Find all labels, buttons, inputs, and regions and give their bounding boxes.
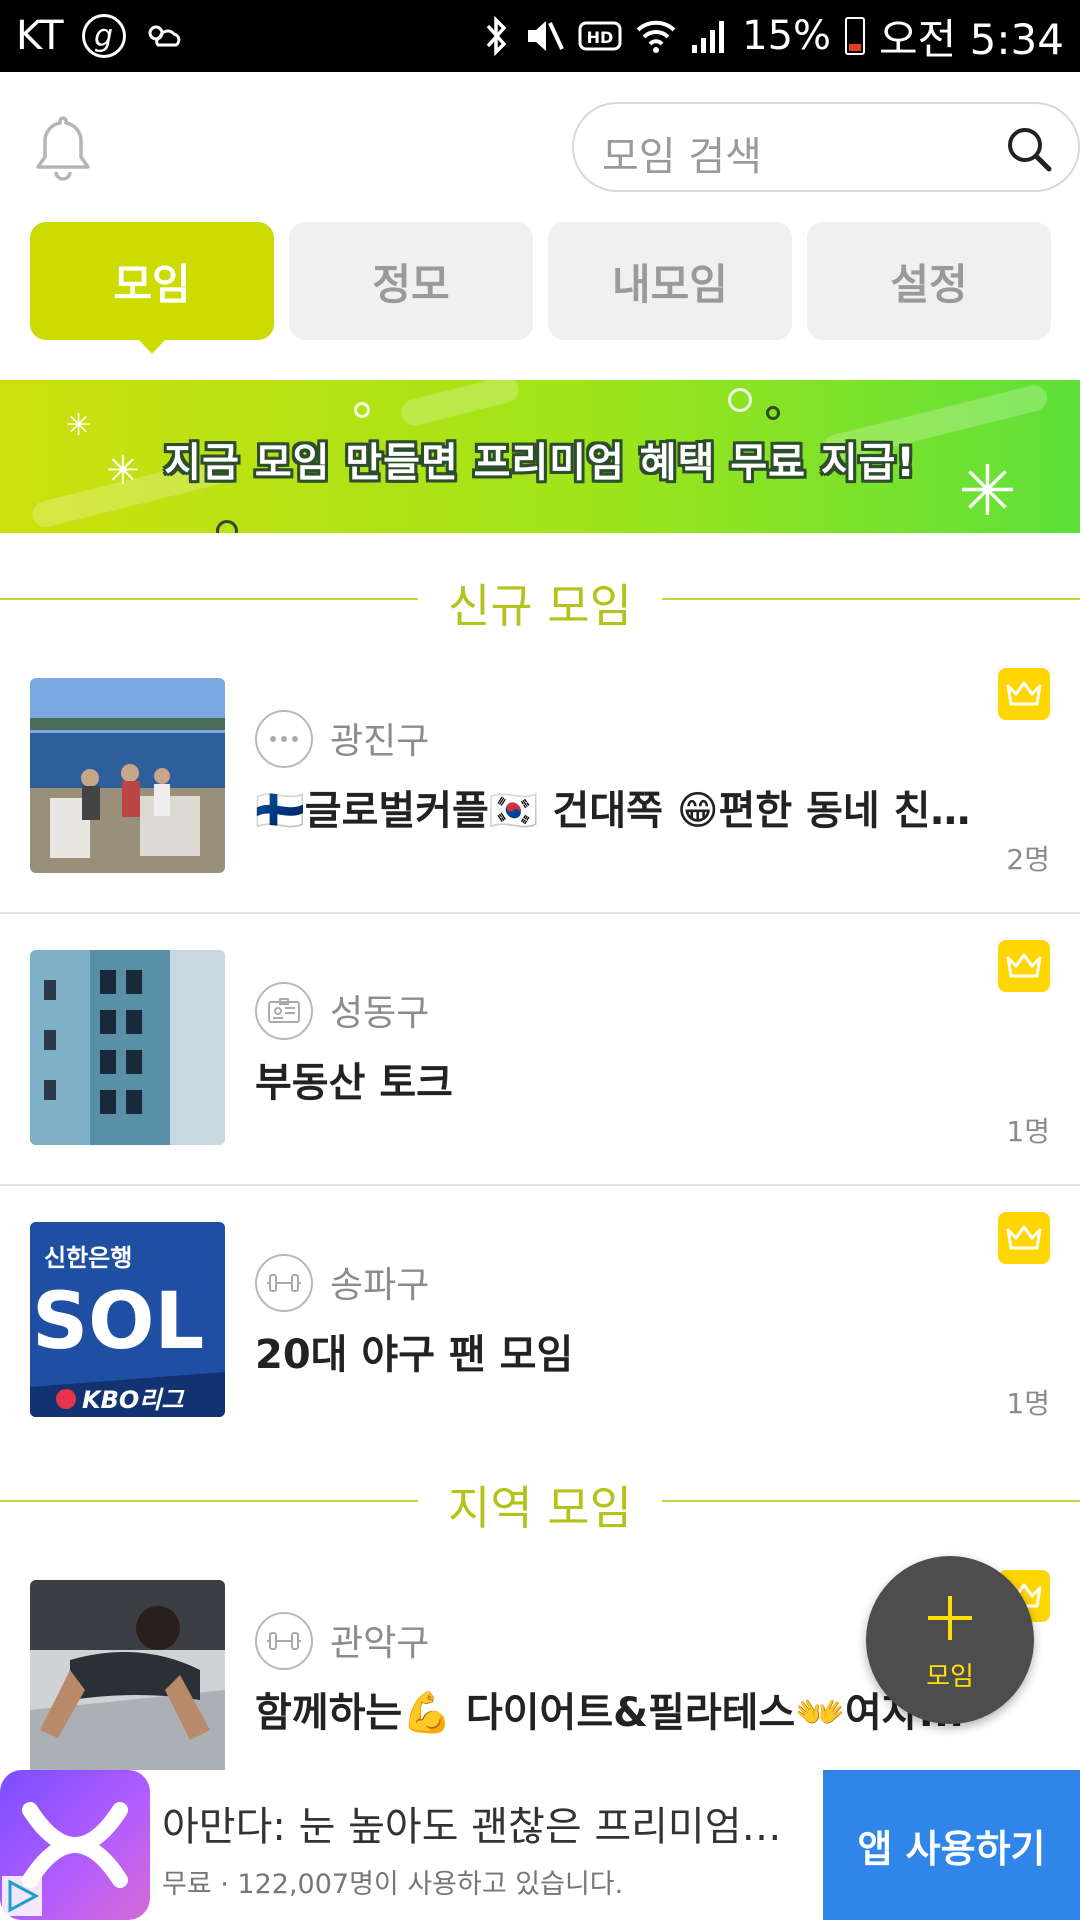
group-district: 송파구 [330,1265,430,1306]
group-thumbnail [30,1580,225,1775]
banner-decoration [354,402,370,418]
dumbbell-icon [255,1612,313,1670]
member-count: 1명 [1006,1387,1050,1420]
search-placeholder: 모임 검색 [602,134,762,180]
group-list-item[interactable]: 광진구 🇫🇮글로벌커플🇰🇷 건대쪽 😁편한 동네 친... 2명 [0,642,1080,914]
status-bar: KT g HD 15% 오전 5:34 [0,0,1080,72]
hd-icon: HD [578,21,622,51]
section-title: 지역 모임 [448,1481,632,1535]
ad-choices-icon[interactable] [2,1876,42,1916]
banner-decoration [766,406,780,420]
group-name: 🇫🇮글로벌커플🇰🇷 건대쪽 😁편한 동네 친... [255,788,975,834]
banner-decoration [398,380,522,429]
crown-icon [998,940,1050,992]
thumbnail-sol-text: SOL [32,1277,204,1367]
search-icon[interactable] [1006,126,1052,172]
create-group-button[interactable]: 모임 [866,1556,1034,1724]
section-title: 신규 모임 [448,579,632,633]
svg-text:HD: HD [587,28,614,47]
plus-icon [928,1596,972,1640]
banner-text: 지금 모임 만들면 프리미엄 혜택 무료 지급! [164,440,916,486]
group-thumbnail [30,950,225,1145]
section-header-new: 신규 모임 [0,564,1080,634]
fab-label: 모임 [926,1662,974,1692]
carrier-label: KT [16,13,64,59]
dumbbell-icon [255,1254,313,1312]
promo-banner[interactable]: ✳ ✳ ✳ 지금 모임 만들면 프리미엄 혜택 무료 지급! [0,380,1080,533]
bluetooth-icon [486,16,507,56]
weather-icon [148,25,180,47]
thumbnail-bank-text: 신한은행 [44,1244,132,1272]
member-count: 2명 [1006,843,1050,876]
tab-my-groups[interactable]: 내모임 [548,222,792,340]
battery-percent: 15% [742,13,832,59]
search-input[interactable]: 모임 검색 [572,102,1080,192]
group-list-item[interactable]: 신한은행 SOL KBO리그 송파구 20대 야구 팬 모임 1명 [0,1186,1080,1458]
crown-icon [998,1212,1050,1264]
tab-groups[interactable]: 모임 [30,222,274,354]
group-name: 20대 야구 팬 모임 [255,1332,574,1378]
ad-install-button[interactable]: 앱 사용하기 [823,1770,1080,1920]
group-district: 성동구 [330,993,430,1034]
ad-title: 아만다: 눈 높아도 괜찮은 프리미엄 ... [162,1804,782,1850]
group-district: 광진구 [330,721,430,762]
more-icon [255,710,313,768]
tab-settings[interactable]: 설정 [807,222,1051,340]
thumbnail-kbo-text: KBO리그 [82,1386,185,1414]
group-thumbnail: 신한은행 SOL KBO리그 [30,1222,225,1417]
member-count: 1명 [1006,1115,1050,1148]
clock: 오전 5:34 [879,14,1064,64]
bell-icon[interactable] [30,112,96,182]
id-card-icon [255,982,313,1040]
ad-subtitle: 무료 · 122,007명이 사용하고 있습니다. [162,1869,624,1900]
banner-decoration [728,388,752,412]
mute-icon [528,21,564,51]
banner-decoration [216,520,238,533]
section-header-local: 지역 모임 [0,1466,1080,1536]
tab-meetups[interactable]: 정모 [289,222,533,340]
signal-icon [692,21,725,53]
group-district: 관악구 [330,1623,430,1664]
group-name: 부동산 토크 [255,1060,453,1106]
group-list-item[interactable]: 성동구 부동산 토크 1명 [0,914,1080,1186]
crown-icon [998,668,1050,720]
group-thumbnail [30,678,225,873]
app-notification-icon: g [81,14,126,58]
ad-banner[interactable]: 아만다: 눈 높아도 괜찮은 프리미엄 ... 무료 · 122,007명이 사… [0,1770,1080,1920]
battery-icon [845,17,866,55]
wifi-icon [636,20,676,53]
